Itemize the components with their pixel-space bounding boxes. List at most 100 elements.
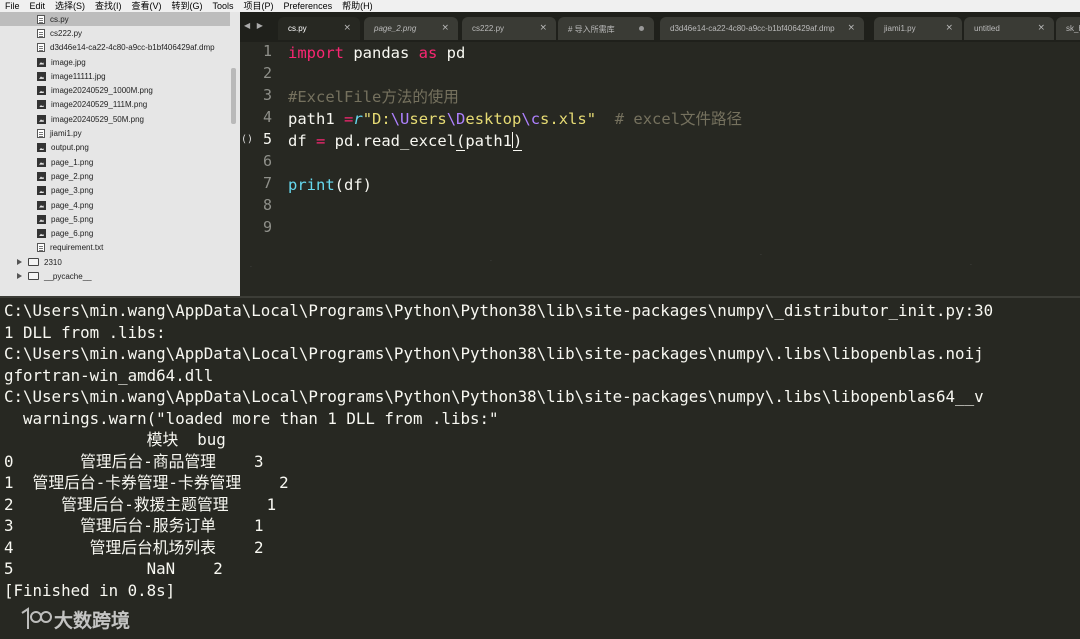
tab-import-libs[interactable]: # 导入所需库 — [558, 17, 654, 40]
line-number: 8 — [262, 196, 272, 214]
close-icon[interactable]: × — [1037, 23, 1045, 33]
module-name: pandas — [344, 44, 419, 62]
code-line-1: import pandas as pd — [288, 42, 465, 64]
output-line: warnings.warn("loaded more than 1 DLL fr… — [4, 408, 499, 428]
file-name: jiami1.py — [50, 129, 82, 139]
file-name: image20240529_1000M.png — [51, 86, 153, 96]
menu-tools[interactable]: Tools — [208, 0, 239, 12]
file-item[interactable]: page_1.png — [0, 155, 230, 169]
line-number-current: 5 — [262, 130, 272, 148]
line-number: 4 — [262, 108, 272, 126]
file-item[interactable]: requirement.txt — [0, 241, 230, 255]
tab-label: d3d46e14-ca22-4c80-a9cc-b1bf406429af.dmp — [670, 24, 835, 33]
image-file-icon — [37, 100, 46, 110]
file-item[interactable]: page_3.png — [0, 184, 230, 198]
image-file-icon — [37, 200, 46, 210]
file-item[interactable]: cs222.py — [0, 26, 230, 40]
code-line-5: df = pd.read_excel(path1) — [288, 130, 523, 152]
minimap-dot: · — [970, 262, 972, 269]
unsaved-dot-icon — [639, 26, 644, 31]
folder-item[interactable]: 2310 — [0, 255, 230, 269]
keyword: import — [288, 44, 344, 62]
close-icon[interactable]: × — [945, 23, 953, 33]
file-icon — [37, 243, 45, 253]
file-icon — [37, 28, 45, 38]
close-icon[interactable]: × — [847, 23, 855, 33]
file-item[interactable]: image20240529_50M.png — [0, 112, 230, 126]
tab-sk-h[interactable]: sk_h — [1056, 17, 1080, 40]
output-line: C:\Users\min.wang\AppData\Local\Programs… — [4, 387, 984, 406]
tab-label: cs.py — [288, 24, 307, 33]
operator: = — [344, 110, 354, 128]
close-icon[interactable]: × — [539, 23, 547, 33]
tab-bar: ◀ ▶ cs.py × page_2.png × cs222.py × # 导入… — [240, 12, 1080, 42]
file-item[interactable]: image.jpg — [0, 55, 230, 69]
file-item[interactable]: image20240529_111M.png — [0, 98, 230, 112]
tab-untitled[interactable]: untitled × — [964, 17, 1054, 40]
sidebar-file-tree: cs.py cs222.py d3d46e14-ca22-4c80-a9cc-b… — [0, 12, 240, 296]
folder-icon — [28, 272, 39, 281]
operator: = — [316, 132, 326, 150]
file-item[interactable]: page_4.png — [0, 198, 230, 212]
build-output-panel: C:\Users\min.wang\AppData\Local\Programs… — [0, 298, 1080, 639]
file-name: cs.py — [50, 14, 69, 24]
call: pd.read_excel — [325, 132, 456, 150]
close-icon[interactable]: × — [343, 23, 351, 33]
tab-dmp-file[interactable]: d3d46e14-ca22-4c80-a9cc-b1bf406429af.dmp… — [660, 17, 864, 40]
tab-cs-py[interactable]: cs.py × — [278, 17, 360, 40]
file-name: page_1.png — [51, 157, 94, 167]
matched-paren: ) — [513, 132, 523, 151]
output-line: C:\Users\min.wang\AppData\Local\Programs… — [4, 301, 994, 320]
file-item[interactable]: d3d46e14-ca22-4c80-a9cc-b1bf406429af.dmp — [0, 41, 230, 55]
folder-name: 2310 — [44, 257, 62, 267]
file-item[interactable]: page_2.png — [0, 169, 230, 183]
file-item[interactable]: page_6.png — [0, 226, 230, 240]
menu-file[interactable]: File — [0, 0, 25, 12]
output-line: 5 NaN 2 — [4, 559, 223, 578]
file-list: cs.py cs222.py d3d46e14-ca22-4c80-a9cc-b… — [0, 12, 230, 284]
watermark-logo: 大数跨境 — [20, 605, 150, 635]
file-name: output.png — [51, 143, 89, 153]
tab-page-2-png[interactable]: page_2.png × — [364, 17, 458, 40]
file-item[interactable]: image20240529_1000M.png — [0, 83, 230, 97]
file-item[interactable]: page_5.png — [0, 212, 230, 226]
menu-view[interactable]: 查看(V) — [127, 0, 167, 12]
watermark-logo-icon: 大数跨境 — [21, 607, 130, 632]
menu-find[interactable]: 查找(I) — [90, 0, 127, 12]
image-file-icon — [37, 171, 46, 181]
file-item[interactable]: image11111.jpg — [0, 69, 230, 83]
output-line: [Finished in 0.8s] — [4, 580, 176, 600]
folder-item[interactable]: __pycache__ — [0, 269, 230, 283]
tab-cs222-py[interactable]: cs222.py × — [462, 17, 556, 40]
variable: df — [288, 132, 316, 150]
file-name: image20240529_50M.png — [51, 114, 144, 124]
menu-selection[interactable]: 选择(S) — [50, 0, 90, 12]
file-item[interactable]: cs.py — [0, 12, 230, 27]
code-line-7: print(df) — [288, 174, 372, 196]
output-line: 1 管理后台-卡券管理-卡券管理 2 — [4, 473, 289, 492]
menu-project[interactable]: 项目(P) — [239, 0, 279, 12]
close-icon[interactable]: × — [441, 23, 449, 33]
menu-help[interactable]: 帮助(H) — [337, 0, 378, 12]
sidebar-scrollbar[interactable] — [231, 68, 236, 124]
tab-nav-arrows-icon[interactable]: ◀ ▶ — [244, 21, 265, 30]
menu-goto[interactable]: 转到(G) — [167, 0, 208, 12]
expand-arrow-icon[interactable] — [17, 259, 22, 266]
tab-label: untitled — [974, 24, 1000, 33]
tab-jiami1-py[interactable]: jiami1.py × — [874, 17, 962, 40]
file-item[interactable]: jiami1.py — [0, 126, 230, 140]
image-file-icon — [37, 57, 46, 67]
menu-preferences[interactable]: Preferences — [279, 0, 338, 12]
folder-name: __pycache__ — [44, 271, 92, 281]
code-line-4: path1 =r"D:\Users\Desktop\cs.xls" # exce… — [288, 108, 742, 130]
expand-arrow-icon[interactable] — [17, 273, 22, 280]
output-line: gfortran-win_amd64.dll — [4, 365, 214, 385]
comment: # excel文件路径 — [614, 110, 743, 128]
menu-edit[interactable]: Edit — [25, 0, 51, 12]
file-item[interactable]: output.png — [0, 141, 230, 155]
line-number: 7 — [262, 174, 272, 192]
alias: pd — [437, 44, 466, 62]
code-editor[interactable]: 1 2 3 4 5 6 7 8 9 () import pandas as pd… — [240, 42, 1080, 296]
variable: path1 — [288, 110, 344, 128]
